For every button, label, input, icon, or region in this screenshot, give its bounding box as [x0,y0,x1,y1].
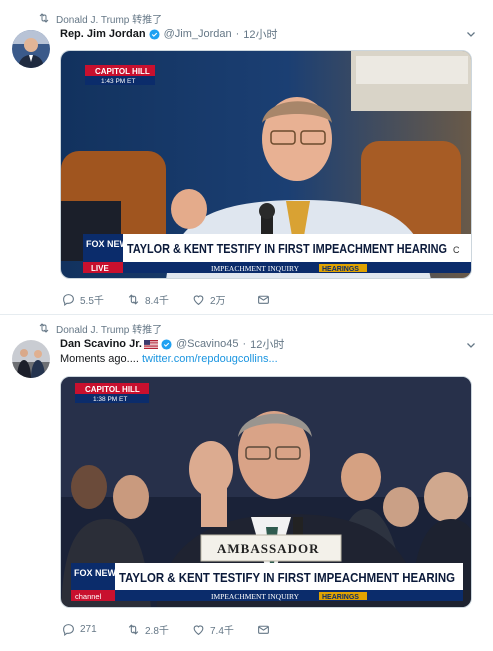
retweet-count: 8.4千 [145,295,169,307]
corner-text: C [453,245,460,255]
timestamp[interactable]: 12小时 [243,26,277,42]
like-icon [193,294,204,305]
reply-icon [63,293,74,306]
ticker-tag: HEARINGS [322,266,359,273]
like-count: 7.4千 [210,625,234,637]
handle[interactable]: @Jim_Jordan [164,28,232,40]
retweet-context: Donald J. Trump 转推了 [38,11,162,26]
tweet-actions: 5.5千 8.4千 2万 [62,291,322,307]
tweet-text: Moments ago.... twitter.com/repdougcolli… [60,353,278,365]
timestamp[interactable]: 12小时 [250,336,284,352]
reply-icon [63,623,74,636]
tweet-actions: 271 2.8千 7.4千 [62,621,322,637]
network-logo: FOX NEWS [74,568,122,578]
separator-dot: · [235,28,240,40]
location-label: CAPITOL HILL [95,67,150,76]
like-button[interactable]: 2万 [192,292,257,307]
share-icon [258,295,269,304]
retweet-button[interactable]: 8.4千 [127,292,192,307]
retweet-count: 2.8千 [145,625,169,637]
ticker: IMPEACHMENT INQUIRY [211,264,300,273]
like-icon [193,624,204,635]
time-label: 1:38 PM ET [93,396,127,403]
like-button[interactable]: 7.4千 [192,622,257,637]
us-flag-icon [143,339,158,349]
verified-icon [161,338,172,350]
avatar[interactable] [12,30,50,68]
share-button[interactable] [257,623,322,636]
retweet-button[interactable]: 2.8千 [127,622,192,637]
network-tag: channel [75,592,102,601]
headline: TAYLOR & KENT TESTIFY IN FIRST IMPEACHME… [127,241,447,256]
chevron-down-icon[interactable] [465,28,477,40]
reply-count: 5.5千 [80,295,104,307]
ticker: IMPEACHMENT INQUIRY [211,592,300,601]
avatar[interactable] [12,340,50,378]
verified-icon [149,28,160,40]
retweet-icon [128,623,139,635]
retweet-icon [128,293,139,305]
video-thumbnail[interactable]: CAPITOL HILL 1:43 PM ET FOX NEWS LIVE TA… [60,50,472,279]
tweet-link[interactable]: twitter.com/repdougcollins... [142,353,278,365]
chevron-down-icon[interactable] [465,339,477,351]
network-tag: LIVE [91,264,109,273]
retweet-icon [39,13,49,23]
retweet-context: Donald J. Trump 转推了 [38,321,162,336]
reply-button[interactable]: 5.5千 [62,292,127,307]
reply-button[interactable]: 271 [62,623,127,636]
nameplate: AMBASSADOR [217,541,319,556]
ticker-tag: HEARINGS [322,594,359,601]
display-name[interactable]: Rep. Jim Jordan [60,28,146,40]
tweet-text-body: Moments ago.... [60,353,139,365]
separator-dot: · [242,338,247,350]
share-button[interactable] [257,293,322,306]
video-thumbnail[interactable]: AMBASSADOR CAPITOL HILL 1:38 PM ET FOX N… [60,376,472,608]
tweet[interactable]: Donald J. Trump 转推了 Dan Scavino Jr. @Sca… [0,316,493,651]
tweet-header: Rep. Jim Jordan @Jim_Jordan · 12小时 [60,26,483,42]
like-count: 2万 [210,295,226,307]
display-name[interactable]: Dan Scavino Jr. [60,338,142,350]
reply-count: 271 [80,623,97,635]
retweeted-by-label[interactable]: Donald J. Trump 转推了 [56,11,162,26]
retweeted-by-label[interactable]: Donald J. Trump 转推了 [56,321,162,336]
tweet-header: Dan Scavino Jr. @Scavino45 · 12小时 [60,336,483,352]
retweet-icon [39,323,49,333]
tweet[interactable]: Donald J. Trump 转推了 Rep. Jim Jordan @Jim… [0,0,493,315]
share-icon [258,625,269,634]
location-label: CAPITOL HILL [85,385,140,394]
handle[interactable]: @Scavino45 [176,338,239,350]
time-label: 1:43 PM ET [101,78,135,85]
headline: TAYLOR & KENT TESTIFY IN FIRST IMPEACHME… [119,570,455,585]
